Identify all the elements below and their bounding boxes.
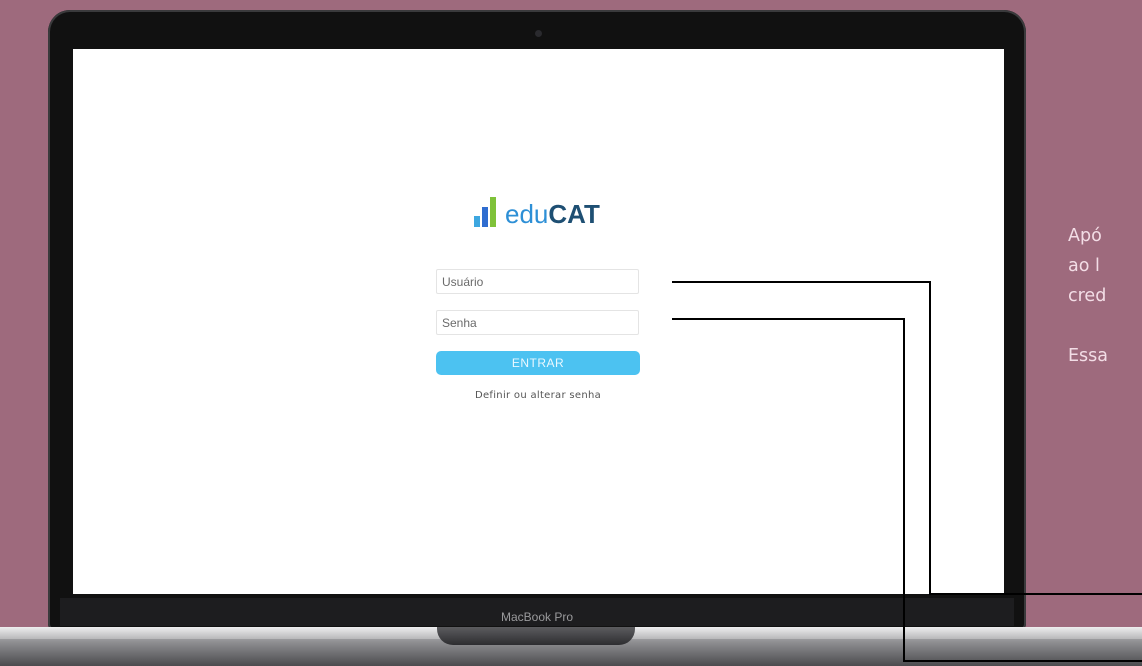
laptop-brand-label: MacBook Pro — [500, 610, 574, 624]
camera-icon — [535, 30, 542, 37]
callout-line-username-v — [929, 281, 931, 595]
logo-text-prefix: edu — [505, 199, 549, 229]
side-text-line: cred — [1068, 286, 1107, 306]
side-description: Apó ao l cred Essa — [1068, 221, 1142, 371]
password-input[interactable] — [436, 310, 639, 335]
logo-text: eduCAT — [505, 199, 600, 229]
bar-chart-icon — [474, 197, 496, 229]
logo-bar-small — [474, 216, 480, 227]
app-logo: eduCAT — [474, 195, 600, 229]
reset-password-link[interactable]: Definir ou alterar senha — [436, 390, 640, 401]
callout-line-password-v — [903, 318, 905, 662]
side-text-line: Essa — [1068, 346, 1109, 366]
submit-button[interactable]: ENTRAR — [436, 351, 640, 375]
side-text-line: ao l — [1068, 256, 1100, 276]
laptop-notch — [437, 627, 635, 645]
callout-line-username-h — [672, 281, 931, 283]
logo-bar-large — [490, 197, 496, 227]
logo-text-suffix: CAT — [548, 199, 600, 229]
username-input[interactable] — [436, 269, 639, 294]
callout-line-username-end — [929, 593, 1142, 595]
slide: MacBook Pro eduCAT ENTRAR Definir ou alt… — [0, 0, 1142, 666]
side-text-line: Apó — [1068, 226, 1102, 246]
callout-line-password-h — [672, 318, 905, 320]
callout-line-password-end — [903, 660, 1142, 662]
logo-bar-medium — [482, 207, 488, 227]
